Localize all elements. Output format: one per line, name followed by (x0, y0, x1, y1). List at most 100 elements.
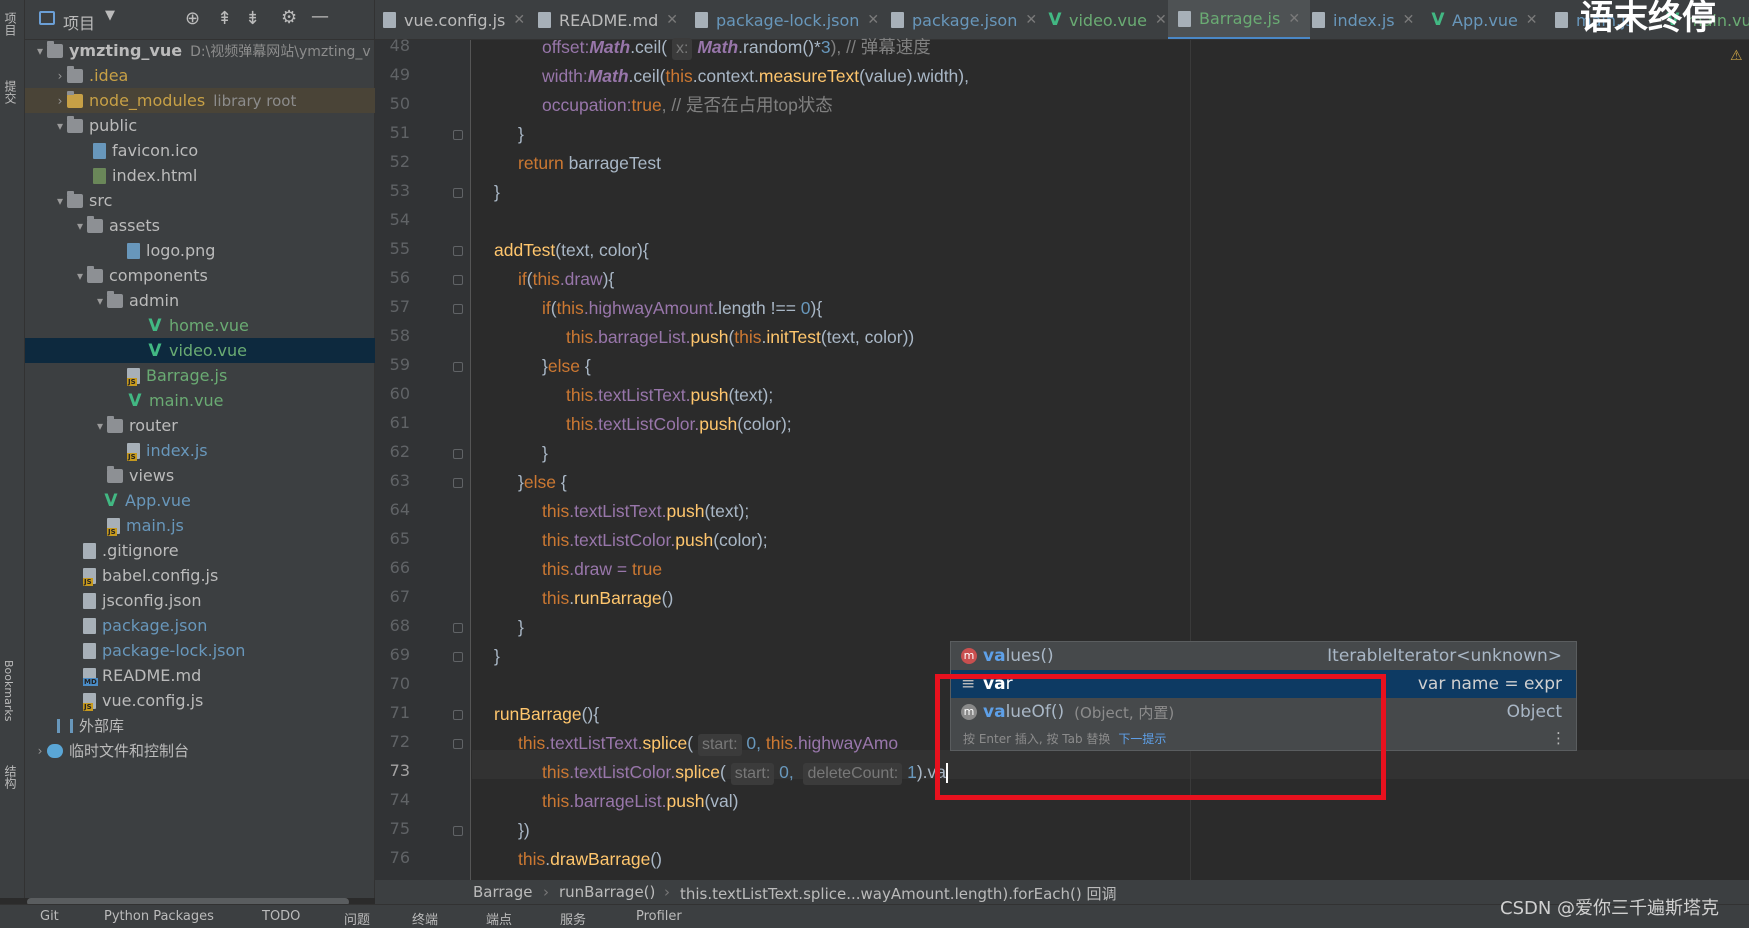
tree-item-home-vue[interactable]: V home.vue (25, 313, 375, 338)
close-icon[interactable]: ✕ (1288, 11, 1300, 27)
tree-item-index-html[interactable]: index.html (25, 163, 375, 188)
breadcrumb-item[interactable]: runBarrage() (559, 883, 655, 901)
tool-endpoints[interactable]: 端点 (486, 909, 512, 928)
fold-marker-icon[interactable] (453, 739, 463, 749)
tree-item-components[interactable]: ▾ components (25, 263, 375, 288)
locate-icon[interactable]: ⊕ (185, 8, 200, 29)
close-icon[interactable]: ✕ (513, 12, 525, 28)
fold-marker-icon[interactable] (453, 362, 463, 372)
close-icon[interactable]: ✕ (867, 12, 879, 28)
vue-icon: V (104, 490, 118, 511)
tree-item-vue-config[interactable]: vue.config.js (25, 688, 375, 713)
fold-marker-icon[interactable] (453, 449, 463, 459)
completion-item-values[interactable]: m va lues() IterableIterator<unknown> (951, 642, 1576, 670)
fold-marker-icon[interactable] (453, 623, 463, 633)
close-icon[interactable]: ✕ (1155, 12, 1167, 28)
tree-item-src[interactable]: ▾ src (25, 188, 375, 213)
fold-marker-icon[interactable] (453, 130, 463, 140)
tree-item-main-js[interactable]: main.js (25, 513, 375, 538)
tree-item-router[interactable]: ▾ router (25, 413, 375, 438)
tree-item-admin[interactable]: ▾ admin (25, 288, 375, 313)
tool-problems[interactable]: 问题 (344, 909, 370, 928)
tree-item-package-json[interactable]: package.json (25, 613, 375, 638)
highlight-box (935, 674, 1386, 800)
chevron-down-icon[interactable]: ▾ (33, 44, 47, 58)
fold-marker-icon[interactable] (453, 710, 463, 720)
fold-marker-icon[interactable] (453, 826, 463, 836)
collapse-all-icon[interactable]: ⇟ (245, 8, 260, 29)
chevron-down-icon[interactable]: ▾ (53, 194, 67, 208)
tab-barrage-js[interactable]: Barrage.js ✕ (1168, 0, 1311, 39)
tool-todo[interactable]: TODO (262, 909, 300, 924)
tree-item-node-modules[interactable]: › node_modules library root (25, 88, 375, 113)
commit-tool-button[interactable]: 提交 (2, 80, 19, 104)
tree-item-barrage-js[interactable]: Barrage.js (25, 363, 375, 388)
tab-video-vue[interactable]: Vvideo.vue ✕ (1047, 0, 1167, 39)
tool-profiler[interactable]: Profiler (636, 909, 682, 924)
chevron-down-icon[interactable]: ▾ (93, 294, 107, 308)
tree-item-main-vue[interactable]: V main.vue (25, 388, 375, 413)
tree-item-external-libraries[interactable]: 外部库 (25, 713, 375, 738)
tree-item-assets[interactable]: ▾ assets (25, 213, 375, 238)
close-icon[interactable]: ✕ (1403, 12, 1415, 28)
breadcrumb-item[interactable]: this.textListText.splice...wayAmount.len… (680, 883, 1117, 904)
project-tool-button[interactable]: 项目 (2, 12, 19, 36)
expand-all-icon[interactable]: ⇞ (217, 8, 232, 29)
tree-item-package-lock[interactable]: package-lock.json (25, 638, 375, 663)
tree-item-logo[interactable]: logo.png (25, 238, 375, 263)
bookmarks-tool-button[interactable]: Bookmarks (2, 660, 15, 721)
tree-item-public[interactable]: ▾ public (25, 113, 375, 138)
close-icon[interactable]: ✕ (666, 12, 678, 28)
chevron-right-icon[interactable]: › (53, 69, 67, 83)
tab-index-js[interactable]: index.js ✕ (1312, 0, 1415, 39)
fold-marker-icon[interactable] (453, 188, 463, 198)
tree-item-index-js[interactable]: index.js (25, 438, 375, 463)
js-file-icon (383, 12, 396, 28)
tab-vue-config[interactable]: vue.config.js ✕ (383, 0, 525, 39)
chevron-down-icon[interactable]: ▾ (93, 419, 107, 433)
chevron-right-icon[interactable]: › (33, 744, 47, 758)
hide-panel-icon[interactable]: — (311, 6, 329, 27)
tool-git[interactable]: Git (40, 909, 59, 924)
chevron-down-icon[interactable]: ▾ (53, 119, 67, 133)
json-file-icon (83, 592, 96, 609)
line-number: 57 (389, 297, 410, 316)
tree-item-idea[interactable]: › .idea (25, 63, 375, 88)
tree-item-scratches[interactable]: › 临时文件和控制台 (25, 738, 375, 763)
tree-item-gitignore[interactable]: .gitignore (25, 538, 375, 563)
chevron-down-icon[interactable]: ▾ (73, 269, 87, 283)
close-icon[interactable]: ✕ (1025, 12, 1037, 28)
close-icon[interactable]: ✕ (1526, 12, 1538, 28)
tree-item-views[interactable]: views (25, 463, 375, 488)
tool-python-packages[interactable]: Python Packages (104, 909, 214, 924)
chevron-down-icon[interactable]: ▼ (105, 8, 115, 23)
js-file-icon (127, 367, 140, 386)
tree-item-babel-config[interactable]: babel.config.js (25, 563, 375, 588)
more-options-icon[interactable]: ⋮ (1551, 729, 1566, 747)
tree-item-jsconfig[interactable]: jsconfig.json (25, 588, 375, 613)
fold-marker-icon[interactable] (453, 275, 463, 285)
fold-marker-icon[interactable] (453, 246, 463, 256)
tool-services[interactable]: 服务 (560, 909, 586, 928)
tool-terminal[interactable]: 终端 (412, 909, 438, 928)
tree-item-video-vue[interactable]: V video.vue (25, 338, 375, 363)
breadcrumb-item[interactable]: Barrage (473, 883, 533, 901)
fold-marker-icon[interactable] (453, 478, 463, 488)
gear-icon[interactable]: ⚙ (281, 7, 297, 28)
chevron-right-icon: › (543, 883, 549, 901)
tab-app-vue[interactable]: V App.vue ✕ (1430, 0, 1538, 39)
fold-marker-icon[interactable] (453, 652, 463, 662)
fold-marker-icon[interactable] (453, 304, 463, 314)
tree-item-readme[interactable]: README.md (25, 663, 375, 688)
js-file-icon (1555, 12, 1568, 28)
structure-tool-button[interactable]: 结构 (2, 765, 19, 789)
tree-item-favicon[interactable]: favicon.ico (25, 138, 375, 163)
image-file-icon (127, 242, 140, 259)
chevron-down-icon[interactable]: ▾ (73, 219, 87, 233)
tree-item-root[interactable]: ▾ ymzting_vue D:\视频弹幕网站\ymzting_v (25, 38, 375, 63)
tree-item-app-vue[interactable]: V App.vue (25, 488, 375, 513)
chevron-right-icon[interactable]: › (53, 94, 67, 108)
warning-icon[interactable]: ⚠ (1730, 48, 1743, 64)
project-panel-title[interactable]: 项目 (63, 10, 95, 34)
code-line-61: this.textListColor.push(color); (566, 414, 792, 434)
